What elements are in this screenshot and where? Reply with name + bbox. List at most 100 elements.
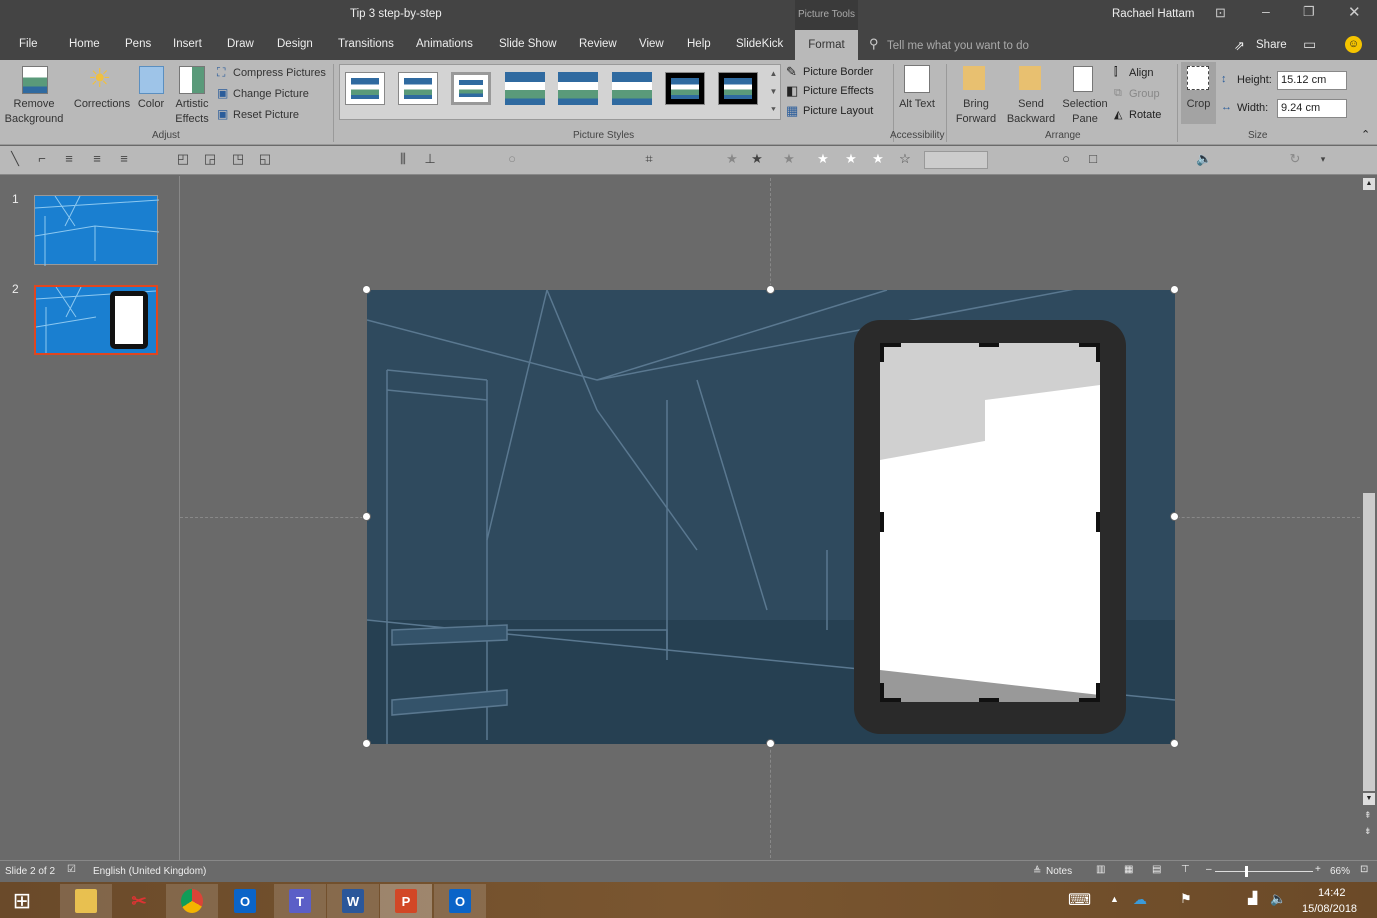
height-input[interactable]: 15.12 cm bbox=[1277, 71, 1347, 90]
slide-show-icon[interactable]: ⊤ bbox=[1181, 864, 1190, 875]
network-icon[interactable]: ▟ bbox=[1248, 891, 1257, 905]
star-white-icon[interactable]: ★ bbox=[844, 152, 858, 166]
resize-handle-bottom[interactable] bbox=[766, 739, 775, 748]
align-button[interactable]: Align bbox=[1129, 67, 1153, 79]
touch-keyboard-icon[interactable]: ⌨ bbox=[1068, 890, 1091, 910]
tab-transitions[interactable]: Transitions bbox=[338, 38, 394, 50]
scroll-down-button[interactable]: ▼ bbox=[1363, 793, 1375, 805]
zoom-level[interactable]: 66% bbox=[1330, 866, 1350, 877]
distribute-icon[interactable]: ⫼ bbox=[396, 152, 410, 166]
picture-style-1[interactable] bbox=[345, 72, 385, 105]
rectangle-icon[interactable]: □ bbox=[1086, 152, 1100, 166]
slide-sorter-icon[interactable]: ▦ bbox=[1124, 864, 1133, 875]
scroll-thumb[interactable] bbox=[1363, 493, 1375, 791]
tab-design[interactable]: Design bbox=[277, 38, 313, 50]
tab-view[interactable]: View bbox=[639, 38, 664, 50]
show-hidden-icons[interactable]: ▲ bbox=[1110, 894, 1119, 904]
resize-handle-bottom-right[interactable] bbox=[1170, 739, 1179, 748]
notes-button[interactable]: Notes bbox=[1046, 866, 1072, 877]
picture-style-6[interactable] bbox=[612, 72, 652, 105]
resize-handle-top[interactable] bbox=[766, 285, 775, 294]
star-white-icon[interactable]: ★ bbox=[816, 152, 830, 166]
spell-check-icon[interactable]: ☑ bbox=[67, 864, 76, 875]
tab-help[interactable]: Help bbox=[687, 38, 711, 50]
start-button[interactable]: ⊞ bbox=[0, 884, 44, 918]
comments-icon[interactable]: ▭ bbox=[1303, 36, 1316, 53]
tab-format[interactable]: Format bbox=[795, 30, 858, 60]
feedback-smiley-icon[interactable]: ☺ bbox=[1345, 36, 1362, 53]
slide-thumbnail-1[interactable] bbox=[34, 195, 160, 266]
reading-view-icon[interactable]: ▤ bbox=[1152, 864, 1161, 875]
tab-insert[interactable]: Insert bbox=[173, 38, 202, 50]
share-button[interactable]: Share bbox=[1256, 39, 1287, 51]
picture-style-4[interactable] bbox=[505, 72, 545, 105]
oval-icon[interactable]: ○ bbox=[1059, 152, 1073, 166]
collapse-ribbon-icon[interactable]: ⌃ bbox=[1361, 128, 1370, 141]
user-name[interactable]: Rachael Hattam bbox=[1112, 8, 1194, 20]
line-icon[interactable]: ╲ bbox=[8, 152, 22, 166]
send-backward-button[interactable]: Send Backward bbox=[1002, 97, 1060, 127]
picture-style-3[interactable] bbox=[451, 72, 491, 105]
group-objects-icon[interactable]: ◳ bbox=[231, 152, 245, 166]
star-empty-icon[interactable]: ☆ bbox=[898, 152, 912, 166]
change-picture-button[interactable]: Change Picture bbox=[233, 88, 309, 100]
picture-border-button[interactable]: Picture Border bbox=[803, 66, 873, 78]
redo-icon[interactable]: ↻ bbox=[1288, 152, 1302, 166]
taskbar-app-teams[interactable]: T bbox=[274, 884, 326, 918]
picture-style-2[interactable] bbox=[398, 72, 438, 105]
tab-file[interactable]: File bbox=[19, 38, 38, 50]
width-input[interactable]: 9.24 cm bbox=[1277, 99, 1347, 118]
resize-handle-right[interactable] bbox=[1170, 512, 1179, 521]
taskbar-app-chrome[interactable] bbox=[166, 884, 218, 918]
ribbon-display-icon[interactable]: ⊡ bbox=[1215, 5, 1226, 21]
slide-thumbnail-2-selected[interactable] bbox=[34, 285, 158, 355]
align-center-icon[interactable]: ≡ bbox=[90, 152, 104, 166]
slide-canvas[interactable] bbox=[367, 290, 1175, 744]
zoom-slider-thumb[interactable] bbox=[1245, 866, 1248, 877]
language-status[interactable]: English (United Kingdom) bbox=[93, 866, 206, 877]
taskbar-app-snipping-tool[interactable]: ✂ bbox=[113, 884, 165, 918]
picture-style-8[interactable] bbox=[718, 72, 758, 105]
volume-icon[interactable]: 🔈 bbox=[1270, 891, 1286, 907]
resize-handle-bottom-left[interactable] bbox=[362, 739, 371, 748]
taskbar-app-outlook[interactable]: O bbox=[219, 884, 271, 918]
gallery-scroll[interactable]: ▲ ▼ ⯆ bbox=[767, 65, 780, 119]
scroll-up-button[interactable]: ▲ bbox=[1363, 178, 1375, 190]
toolbar-spinner-input[interactable] bbox=[924, 151, 988, 169]
crop-button[interactable]: Crop bbox=[1181, 97, 1216, 112]
resize-handle-top-left[interactable] bbox=[362, 285, 371, 294]
picture-style-7[interactable] bbox=[665, 72, 705, 105]
room-sketch-picture[interactable] bbox=[367, 290, 1175, 744]
taskbar-app-file-explorer[interactable] bbox=[60, 884, 112, 918]
tab-slide-show[interactable]: Slide Show bbox=[499, 38, 557, 50]
color-button[interactable]: Color bbox=[134, 97, 168, 112]
bring-forward-button[interactable]: Bring Forward bbox=[948, 97, 1004, 127]
toolbar-more-icon[interactable]: ▾ bbox=[1316, 152, 1330, 166]
align-right-icon[interactable]: ≡ bbox=[117, 152, 131, 166]
vertical-scrollbar[interactable]: ▲ ▼ bbox=[1361, 178, 1377, 806]
audio-icon[interactable]: 🔈 bbox=[1196, 152, 1212, 166]
zoom-in-button[interactable]: + bbox=[1315, 864, 1321, 875]
action-center-flag-icon[interactable]: ⚑ bbox=[1180, 891, 1192, 907]
resize-handle-top-right[interactable] bbox=[1170, 285, 1179, 294]
tell-me-input[interactable]: Tell me what you want to do bbox=[887, 40, 1029, 52]
picture-style-5[interactable] bbox=[558, 72, 598, 105]
taskbar-app-outlook-2[interactable]: O bbox=[434, 884, 486, 918]
corrections-button[interactable]: Corrections bbox=[72, 97, 132, 112]
zoom-slider[interactable] bbox=[1215, 871, 1313, 872]
minimize-button[interactable]: – bbox=[1262, 3, 1270, 19]
rotate-button[interactable]: Rotate bbox=[1129, 109, 1161, 121]
onedrive-icon[interactable]: ☁ bbox=[1133, 891, 1147, 908]
compress-pictures-button[interactable]: Compress Pictures bbox=[233, 67, 326, 79]
fit-to-window-icon[interactable]: ⊡ bbox=[1360, 864, 1368, 875]
send-to-back-icon[interactable]: ◲ bbox=[203, 152, 217, 166]
star-white-icon[interactable]: ★ bbox=[871, 152, 885, 166]
tab-home[interactable]: Home bbox=[69, 38, 100, 50]
clock-time[interactable]: 14:42 bbox=[1318, 887, 1346, 899]
star-icon[interactable]: ★ bbox=[750, 152, 764, 166]
restore-button[interactable]: ❐ bbox=[1303, 4, 1315, 20]
tab-draw[interactable]: Draw bbox=[227, 38, 254, 50]
normal-view-icon[interactable]: ▥ bbox=[1096, 864, 1105, 875]
bring-to-front-icon[interactable]: ◰ bbox=[176, 152, 190, 166]
next-slide-button[interactable]: ⇟ bbox=[1364, 826, 1372, 837]
